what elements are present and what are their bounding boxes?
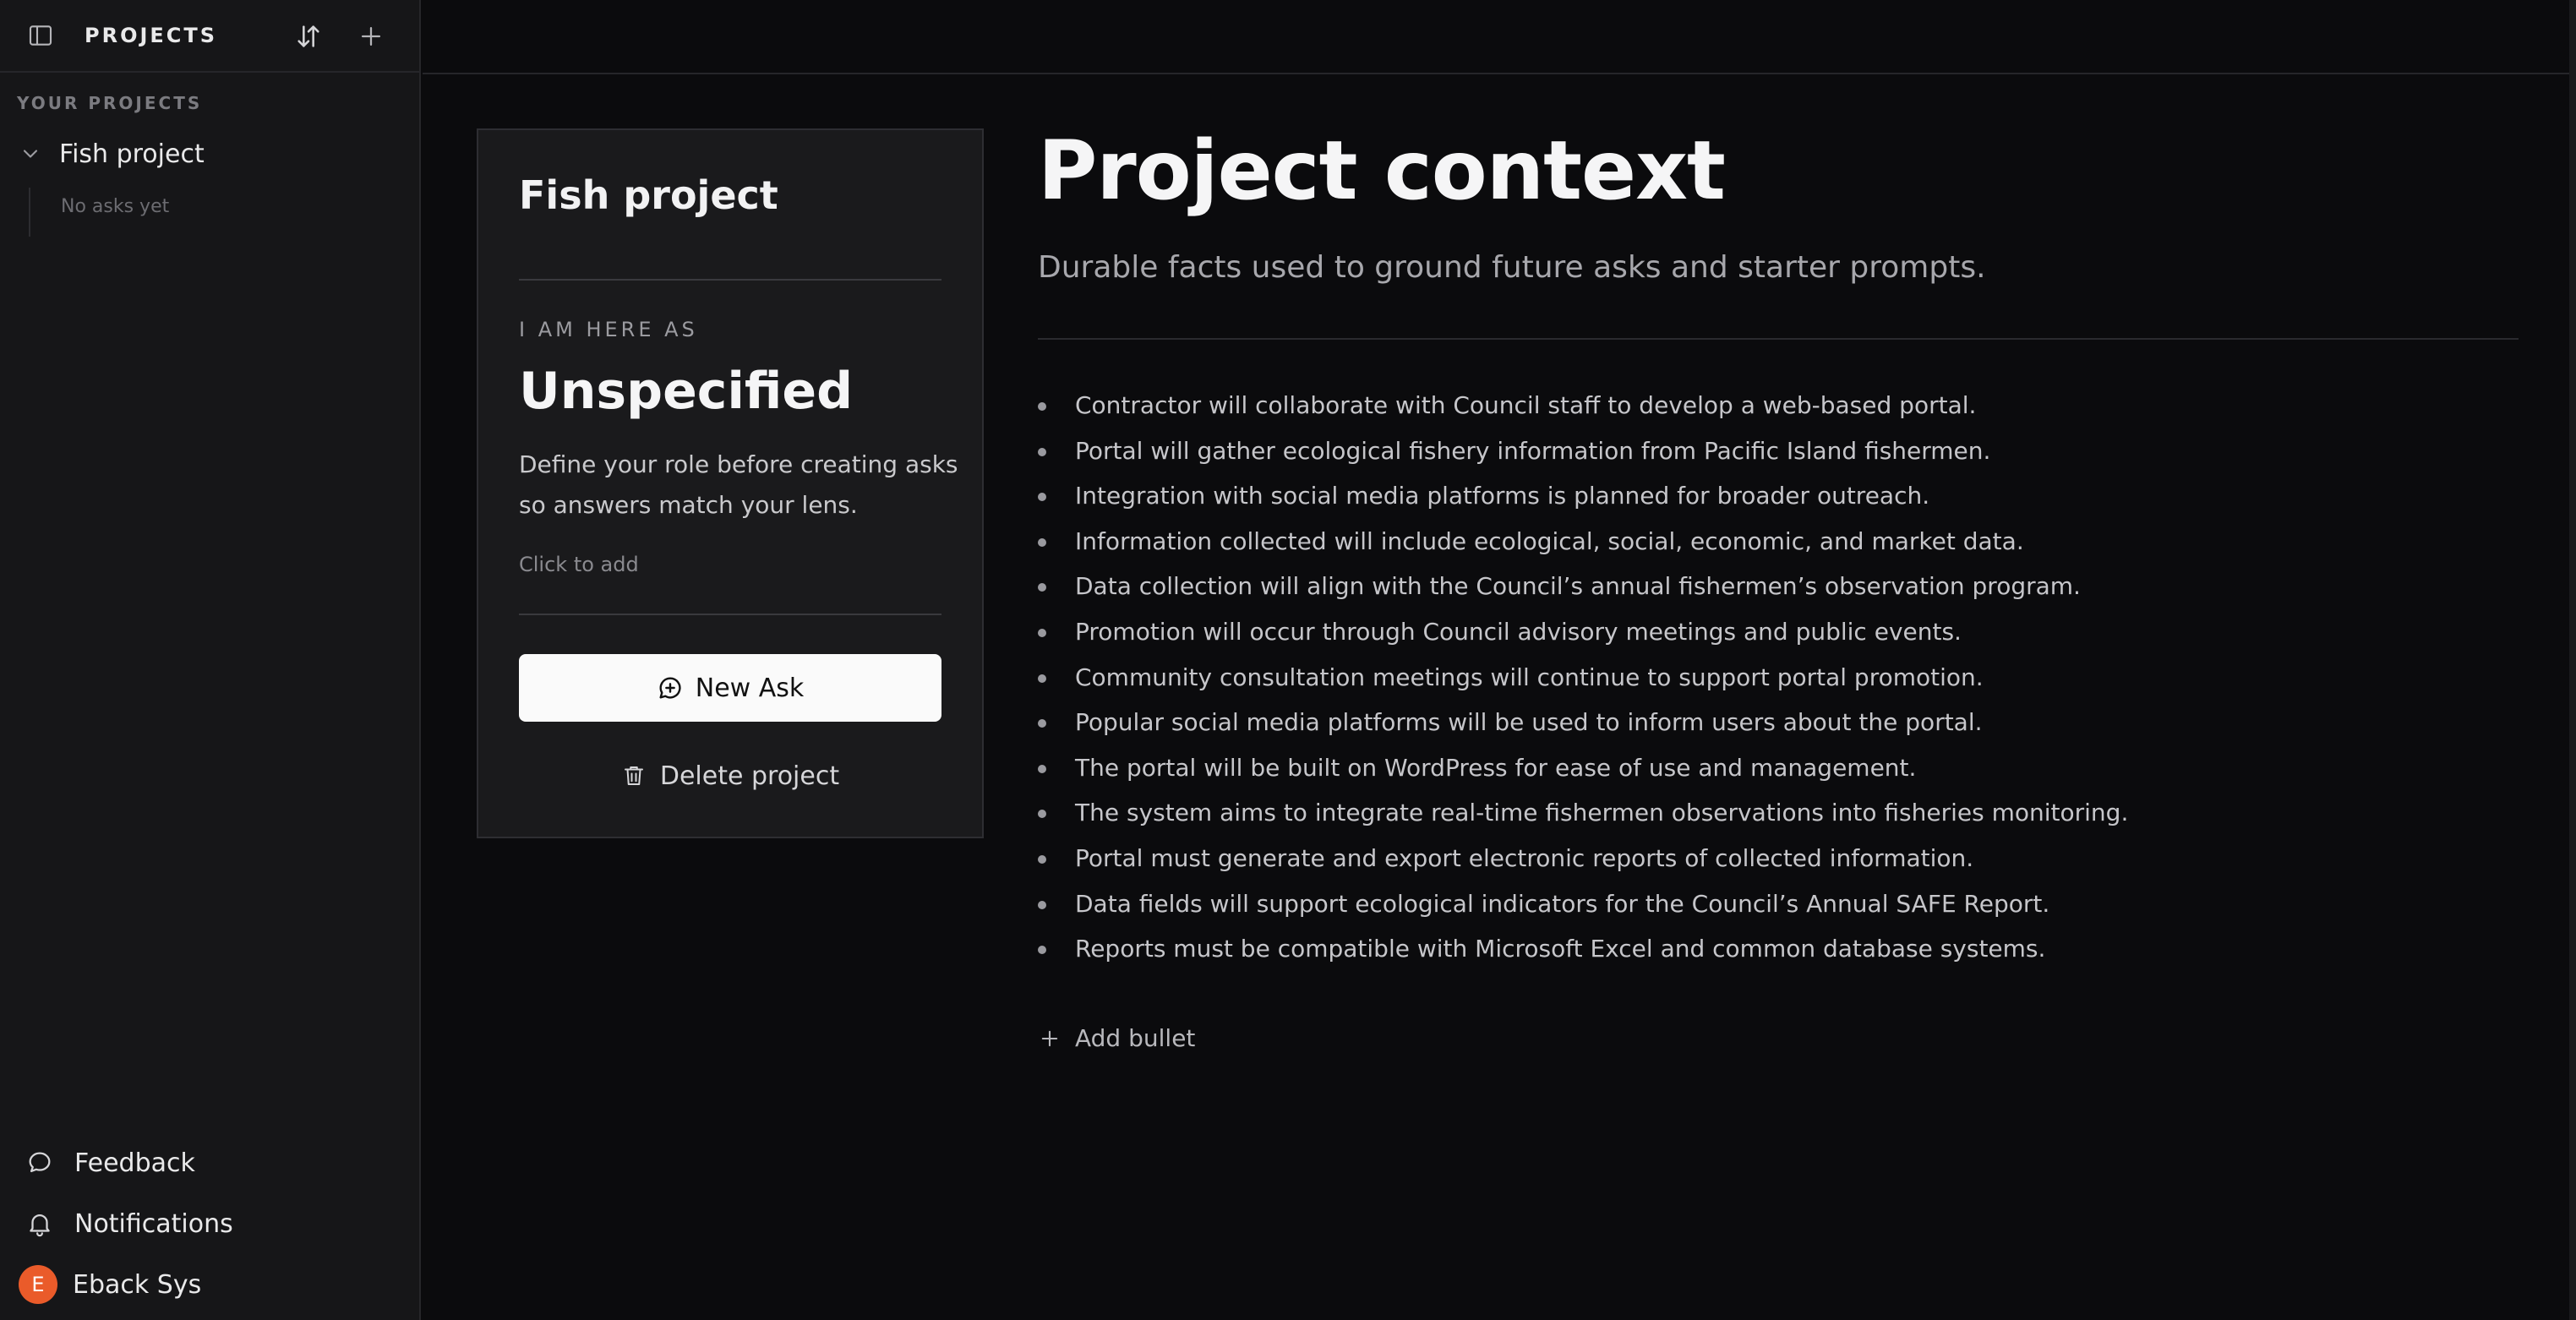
context-bullet[interactable]: Community consultation meetings will con… bbox=[1038, 657, 2128, 703]
sidebar: PROJECTS YOUR PROJECTS Fish project No a… bbox=[0, 0, 421, 1320]
sidebar-title: PROJECTS bbox=[85, 24, 218, 47]
context-bullet[interactable]: Integration with social media platforms … bbox=[1038, 476, 2128, 521]
context-bullet[interactable]: The system aims to integrate real-time f… bbox=[1038, 793, 2128, 838]
chevron-down-icon[interactable] bbox=[19, 142, 42, 166]
new-ask-label: New Ask bbox=[695, 673, 805, 703]
role-description: Define your role before creating asks so… bbox=[519, 450, 958, 519]
plus-icon bbox=[1041, 1030, 1058, 1046]
context-bullet[interactable]: Contractor will collaborate with Council… bbox=[1038, 385, 2128, 431]
context-bullet[interactable]: Information collected will include ecolo… bbox=[1038, 521, 2128, 567]
role-value[interactable]: Unspecified bbox=[519, 362, 853, 421]
notifications-label: Notifications bbox=[74, 1208, 233, 1239]
add-bullet-button[interactable]: Add bullet bbox=[1038, 1024, 1195, 1052]
top-bar bbox=[423, 0, 2576, 74]
bell-icon bbox=[30, 1214, 50, 1237]
tree-line bbox=[29, 188, 30, 237]
notifications-button[interactable]: Notifications bbox=[25, 1205, 233, 1242]
delete-project-label: Delete project bbox=[659, 761, 840, 791]
your-projects-heading: YOUR PROJECTS bbox=[17, 93, 203, 113]
delete-project-button[interactable]: Delete project bbox=[519, 752, 941, 799]
context-bullet[interactable]: The portal will be built on WordPress fo… bbox=[1038, 748, 2128, 794]
context-bullet-list: Contractor will collaborate with Council… bbox=[1038, 385, 2128, 974]
role-label: I AM HERE AS bbox=[519, 318, 698, 341]
divider bbox=[1038, 338, 2519, 340]
project-name: Fish project bbox=[519, 172, 778, 218]
add-project-icon[interactable] bbox=[357, 22, 385, 51]
feedback-label: Feedback bbox=[74, 1148, 195, 1178]
sidebar-header: PROJECTS bbox=[0, 0, 419, 73]
divider bbox=[519, 279, 941, 281]
no-asks-text: No asks yet bbox=[61, 196, 170, 217]
add-bullet-label: Add bullet bbox=[1075, 1024, 1196, 1052]
click-to-add-link[interactable]: Click to add bbox=[519, 553, 639, 576]
sort-icon[interactable] bbox=[294, 22, 323, 51]
avatar: E bbox=[19, 1265, 57, 1304]
new-ask-button[interactable]: New Ask bbox=[519, 654, 941, 722]
context-bullet[interactable]: Promotion will occur through Council adv… bbox=[1038, 612, 2128, 657]
context-bullet[interactable]: Data fields will support ecological indi… bbox=[1038, 884, 2128, 930]
page-title: Project context bbox=[1038, 123, 1726, 218]
page-subtitle: Durable facts used to ground future asks… bbox=[1038, 250, 1986, 285]
feedback-button[interactable]: Feedback bbox=[25, 1144, 195, 1181]
context-bullet[interactable]: Portal must generate and export electron… bbox=[1038, 838, 2128, 884]
window-edge bbox=[2569, 0, 2576, 1320]
user-name: Eback Sys bbox=[73, 1269, 202, 1300]
sidebar-toggle-icon[interactable] bbox=[27, 22, 54, 49]
chat-plus-icon bbox=[659, 677, 681, 699]
context-bullet[interactable]: Popular social media platforms will be u… bbox=[1038, 702, 2128, 748]
context-bullet[interactable]: Data collection will align with the Coun… bbox=[1038, 566, 2128, 612]
sidebar-item-fish-project[interactable]: Fish project bbox=[19, 135, 407, 172]
chat-bubble-icon bbox=[29, 1152, 51, 1173]
sidebar-item-label: Fish project bbox=[59, 139, 205, 169]
user-menu[interactable]: E Eback Sys bbox=[19, 1265, 202, 1304]
divider bbox=[519, 614, 941, 615]
trash-icon bbox=[624, 766, 643, 785]
context-bullet[interactable]: Reports must be compatible with Microsof… bbox=[1038, 929, 2128, 974]
project-card: Fish project I AM HERE AS Unspecified De… bbox=[477, 128, 984, 838]
context-bullet[interactable]: Portal will gather ecological fishery in… bbox=[1038, 431, 2128, 477]
